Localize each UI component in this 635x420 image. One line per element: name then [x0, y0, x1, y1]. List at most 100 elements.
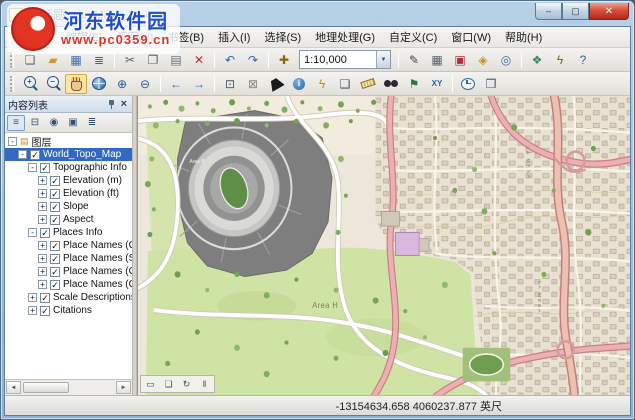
identify-button[interactable]	[288, 74, 310, 94]
scrollbar-thumb[interactable]	[23, 382, 69, 393]
toc-layer-row[interactable]: - ✓ World_Topo_Map	[5, 148, 132, 161]
layer-checkbox[interactable]: ✓	[40, 227, 50, 238]
toc-layer-row[interactable]: - ✓ Places Info	[5, 226, 132, 239]
menu-item-5[interactable]: 插入(I)	[211, 27, 257, 48]
expander-minus-icon[interactable]: -	[18, 150, 27, 159]
help-button[interactable]: ?	[572, 50, 594, 70]
select-elements-button[interactable]	[265, 74, 287, 94]
layout-view-button[interactable]: ❏	[160, 377, 177, 391]
expander-minus-icon[interactable]: -	[28, 163, 37, 172]
attribute-table-button[interactable]: ▦	[426, 50, 448, 70]
pin-icon[interactable]	[107, 99, 116, 110]
go-to-xy-button[interactable]: XY	[426, 74, 448, 94]
toc-layer-row[interactable]: - ✓ Topographic Info	[5, 161, 132, 174]
layer-checkbox[interactable]: ✓	[40, 305, 50, 316]
expander-plus-icon[interactable]: +	[38, 280, 47, 289]
toc-layer-row[interactable]: + ✓ Elevation (m)	[5, 174, 132, 187]
full-extent-button[interactable]	[88, 74, 110, 94]
toc-layer-row[interactable]: +✓Place Names (Sta...	[5, 252, 132, 265]
refresh-button[interactable]: ↻	[178, 377, 195, 391]
list-by-visibility-button[interactable]: ◉	[45, 115, 63, 131]
options-button[interactable]: ≣	[83, 115, 101, 131]
map-canvas[interactable]: Area B Area H LA MESA LA MESA	[138, 96, 630, 395]
scroll-left-icon[interactable]: ◄	[6, 381, 21, 394]
pause-button[interactable]: ‖	[196, 377, 213, 391]
layer-checkbox[interactable]: ✓	[40, 292, 50, 303]
find-route-button[interactable]: ⚑	[403, 74, 425, 94]
toc-layer-row[interactable]: +✓Place Names (Co...	[5, 239, 132, 252]
toolbar-grip[interactable]	[10, 75, 14, 92]
data-view-button[interactable]: ▭	[142, 377, 159, 391]
layer-checkbox[interactable]: ✓	[50, 279, 60, 290]
scroll-right-icon[interactable]: ►	[116, 381, 131, 394]
expander-plus-icon[interactable]: +	[38, 267, 47, 276]
measure-button[interactable]	[357, 74, 379, 94]
minimize-button[interactable]: –	[535, 3, 562, 20]
layer-checkbox[interactable]: ✓	[50, 201, 60, 212]
arctoolbox-button[interactable]: ▣	[449, 50, 471, 70]
toc-layer-row[interactable]: + ✓ Slope	[5, 200, 132, 213]
menu-item-8[interactable]: 自定义(C)	[382, 27, 444, 48]
layer-checkbox[interactable]: ✓	[50, 188, 60, 199]
dropdown-arrow-icon[interactable]: ▼	[376, 51, 390, 68]
expander-plus-icon[interactable]: +	[28, 293, 37, 302]
undo-button[interactable]: ↶	[219, 50, 241, 70]
toc-layer-row[interactable]: + ✓ Elevation (ft)	[5, 187, 132, 200]
layer-checkbox[interactable]: ✓	[50, 214, 60, 225]
layer-checkbox[interactable]: ✓	[50, 175, 60, 186]
list-by-drawing-order-button[interactable]: ≡	[7, 114, 25, 131]
list-by-source-button[interactable]: ⊟	[26, 115, 44, 131]
catalog-button[interactable]: ◈	[472, 50, 494, 70]
toc-layer-row[interactable]: + ✓ Citations	[5, 304, 132, 317]
toc-layer-row[interactable]: - ▤ 图层	[5, 135, 132, 148]
menu-item-7[interactable]: 地理处理(G)	[308, 27, 382, 48]
layer-checkbox[interactable]: ✓	[50, 253, 60, 264]
layer-checkbox[interactable]: ✓	[30, 149, 40, 160]
expander-plus-icon[interactable]: +	[38, 254, 47, 263]
editor-button[interactable]: ✎	[403, 50, 425, 70]
redo-button[interactable]: ↷	[242, 50, 264, 70]
close-button[interactable]: ✕	[589, 3, 629, 20]
toc-horizontal-scrollbar[interactable]: ◄ ►	[5, 380, 132, 395]
fixed-zoom-out-button[interactable]: ⊖	[134, 74, 156, 94]
search-button[interactable]: ◎	[495, 50, 517, 70]
menu-item-6[interactable]: 选择(S)	[257, 27, 308, 48]
expander-plus-icon[interactable]: +	[38, 176, 47, 185]
toc-layer-row[interactable]: +✓Place Names (Cit...	[5, 278, 132, 291]
python-button[interactable]: ϟ	[549, 50, 571, 70]
maximize-button[interactable]: ▢	[562, 3, 589, 20]
previous-extent-button[interactable]: ←	[165, 74, 187, 94]
list-by-selection-button[interactable]: ▣	[64, 115, 82, 131]
expander-plus-icon[interactable]: +	[38, 241, 47, 250]
html-popup-button[interactable]: ❑	[334, 74, 356, 94]
viewer-window-button[interactable]: ❒	[480, 74, 502, 94]
add-data-button[interactable]: ✚	[273, 50, 295, 70]
map-scale-combo[interactable]: 1:10,000 ▼	[299, 50, 391, 69]
layer-checkbox[interactable]: ✓	[40, 162, 50, 173]
delete-button[interactable]: ✕	[188, 50, 210, 70]
hyperlink-button[interactable]: ϟ	[311, 74, 333, 94]
map-view[interactable]: Area B Area H LA MESA LA MESA ▭ ❏ ↻ ‖	[137, 96, 630, 395]
toc-layer-row[interactable]: + ✓ Aspect	[5, 213, 132, 226]
toc-layer-row[interactable]: +✓Place Names (Co...	[5, 265, 132, 278]
zoom-out-button[interactable]	[42, 74, 64, 94]
fixed-zoom-in-button[interactable]: ⊕	[111, 74, 133, 94]
model-builder-button[interactable]: ❖	[526, 50, 548, 70]
toc-header[interactable]: 内容列表 ×	[5, 96, 132, 113]
clear-selection-button[interactable]: ⊠	[242, 74, 264, 94]
time-slider-button[interactable]	[457, 74, 479, 94]
menu-item-10[interactable]: 帮助(H)	[498, 27, 549, 48]
zoom-in-button[interactable]	[19, 74, 41, 94]
expander-plus-icon[interactable]: +	[38, 215, 47, 224]
pan-button[interactable]	[65, 73, 87, 94]
toc-close-icon[interactable]: ×	[119, 98, 129, 110]
select-features-button[interactable]: ⊡	[219, 74, 241, 94]
menu-item-9[interactable]: 窗口(W)	[444, 27, 498, 48]
find-button[interactable]	[380, 74, 402, 94]
expander-plus-icon[interactable]: +	[38, 189, 47, 198]
expander-plus-icon[interactable]: +	[38, 202, 47, 211]
expander-plus-icon[interactable]: +	[28, 306, 37, 315]
next-extent-button[interactable]: →	[188, 74, 210, 94]
expander-minus-icon[interactable]: -	[8, 137, 17, 146]
toc-layer-row[interactable]: + ✓ Scale Descriptions	[5, 291, 132, 304]
